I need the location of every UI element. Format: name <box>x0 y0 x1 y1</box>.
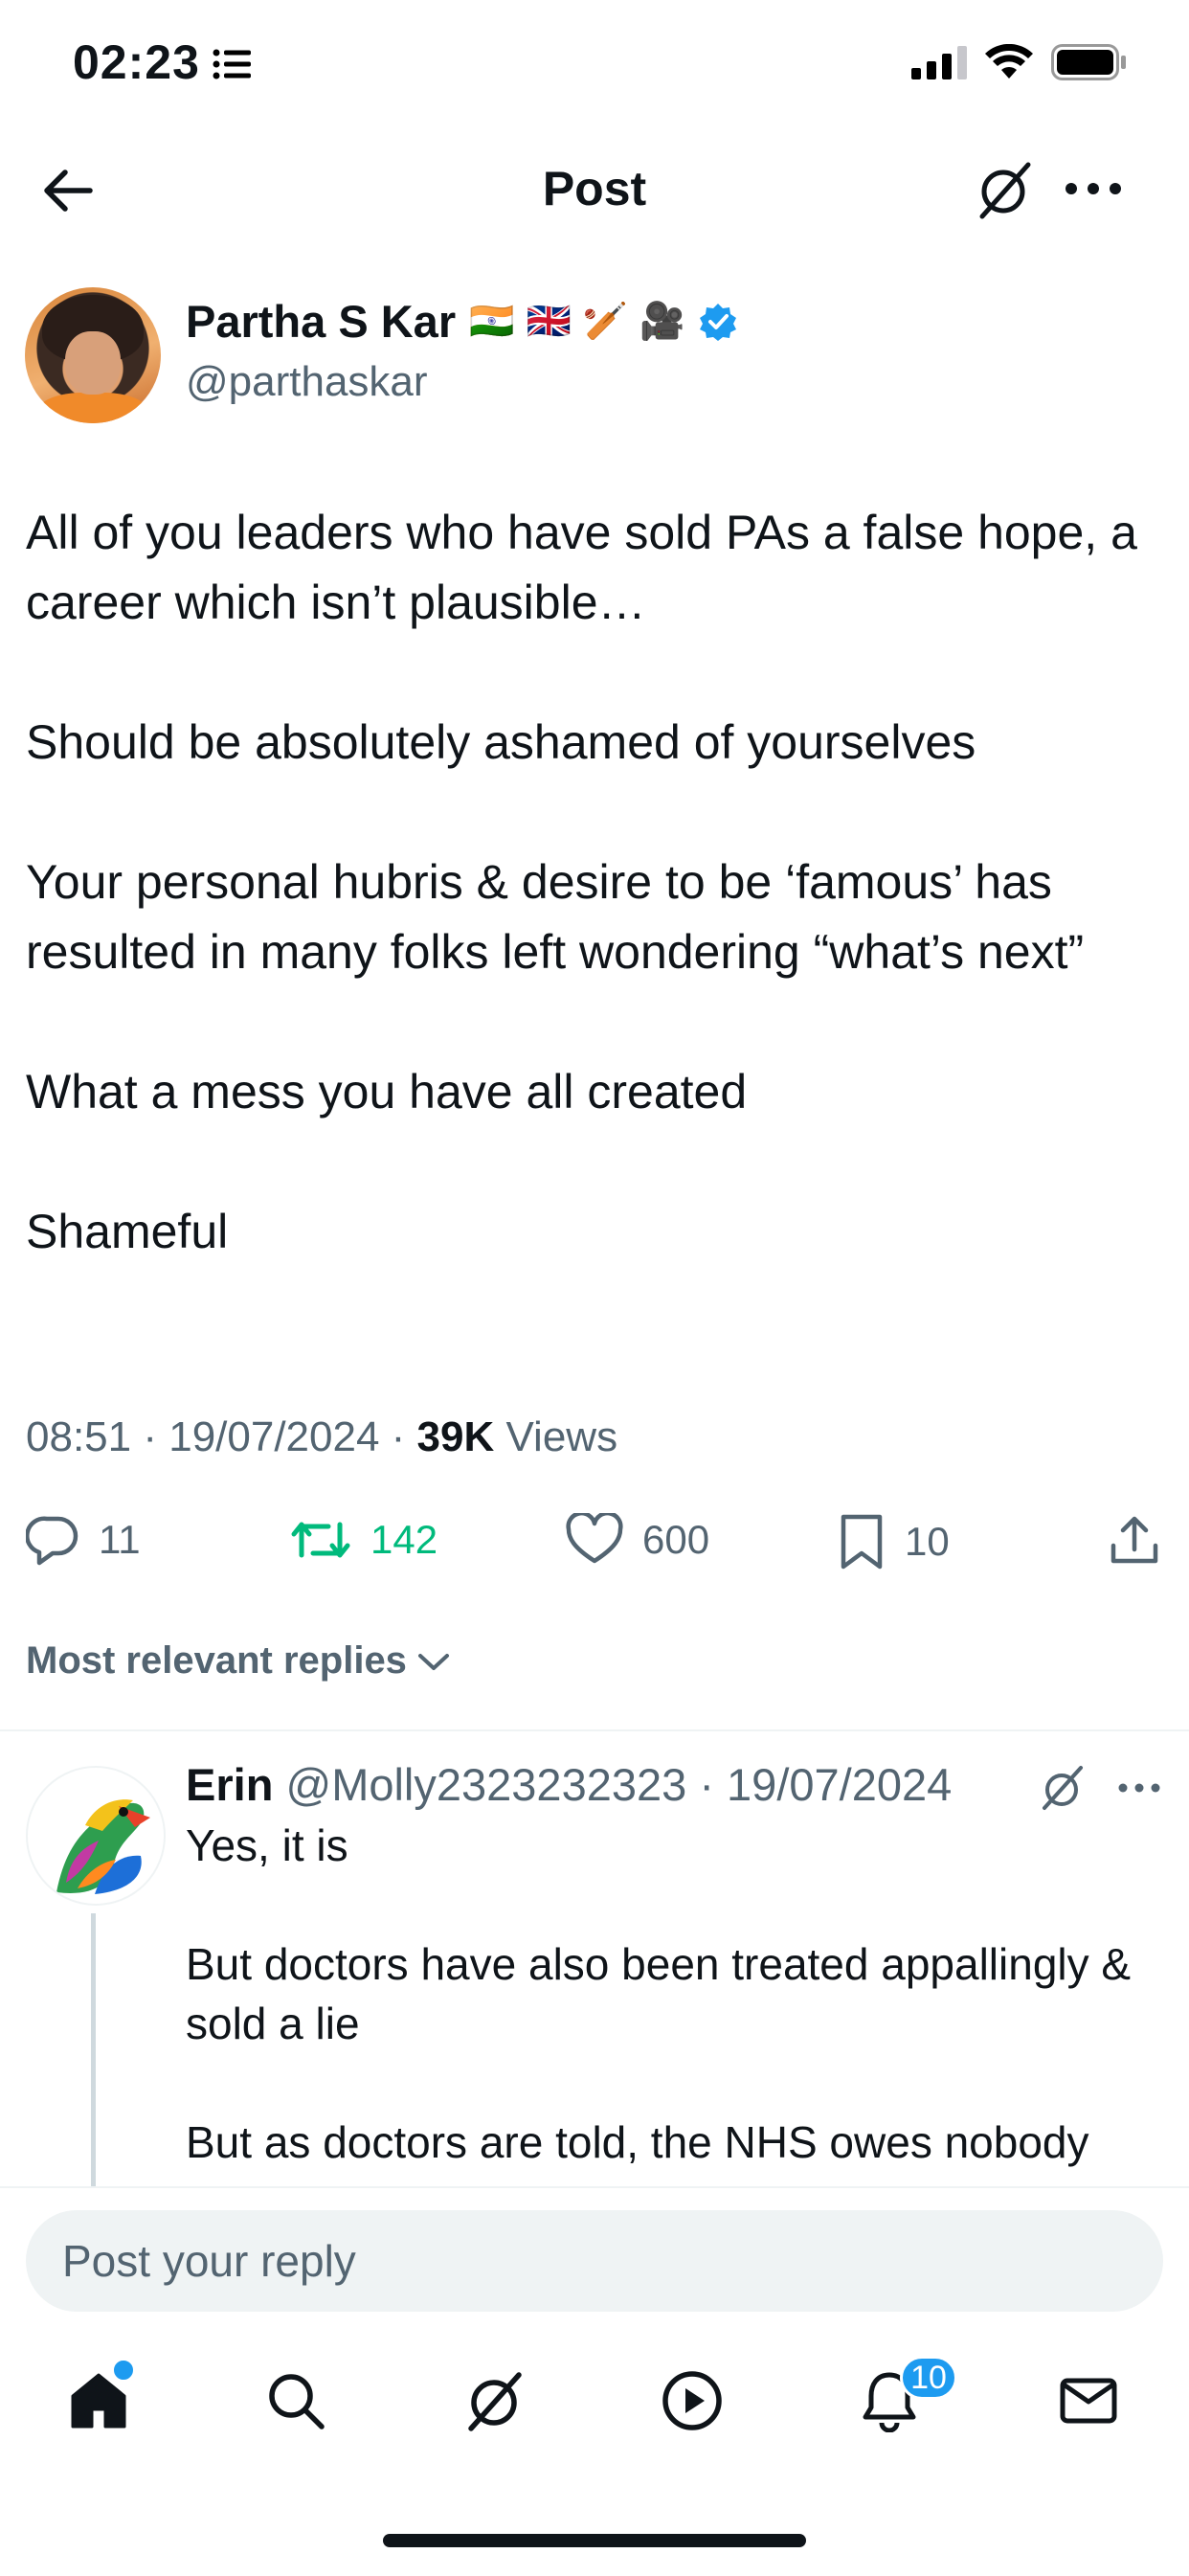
battery-icon <box>1051 44 1128 80</box>
reply-header: Erin @Molly2323232323 · 19/07/2024 <box>186 1759 953 1810</box>
reply-more-options-icon[interactable] <box>1118 1783 1160 1793</box>
sort-label: Most relevant replies <box>26 1639 407 1682</box>
author-name-row[interactable]: Partha S Kar 🇮🇳 🇬🇧 🏏 🎥 <box>186 295 738 348</box>
post-paragraph: All of you leaders who have sold PAs a f… <box>26 506 1137 629</box>
post-text: All of you leaders who have sold PAs a f… <box>26 498 1165 1267</box>
post-paragraph: Shameful <box>26 1205 229 1258</box>
bookmark-count: 10 <box>905 1519 950 1564</box>
notifications-badge: 10 <box>900 2356 957 2400</box>
thread-line <box>91 1913 96 2186</box>
reply-date[interactable]: 19/07/2024 <box>727 1759 952 1810</box>
status-indicators <box>911 44 1128 80</box>
divider <box>0 1729 1189 1731</box>
chevron-down-icon <box>416 1650 451 1673</box>
wifi-icon <box>984 44 1034 80</box>
replies-sort-dropdown[interactable]: Most relevant replies <box>26 1639 451 1683</box>
heart-icon <box>566 1513 623 1567</box>
author-handle[interactable]: @parthaskar <box>186 358 428 406</box>
share-button[interactable] <box>1108 1513 1161 1567</box>
camera-emoji: 🎥 <box>639 301 685 342</box>
repost-icon <box>290 1513 351 1567</box>
status-time: 02:23 <box>73 35 200 89</box>
cricket-emoji: 🏏 <box>582 301 629 342</box>
post-date: 19/07/2024 <box>168 1413 380 1460</box>
reply-count: 11 <box>99 1517 141 1562</box>
uk-flag-emoji: 🇬🇧 <box>526 301 572 342</box>
post-paragraph: Your personal hubris & desire to be ‘fam… <box>26 855 1085 979</box>
eagle-avatar-art <box>56 1799 150 1894</box>
more-options-icon[interactable] <box>1065 182 1122 195</box>
post-paragraph: What a mess you have all created <box>26 1065 748 1119</box>
grok-icon[interactable] <box>463 2369 527 2432</box>
author-emojis: 🇮🇳 🇬🇧 🏏 🎥 <box>469 301 684 343</box>
verified-badge-icon[interactable] <box>698 302 738 342</box>
repost-button[interactable]: 142 <box>290 1513 437 1567</box>
search-icon[interactable] <box>264 2369 327 2432</box>
reply-paragraph: Yes, it is <box>186 1820 348 1870</box>
like-button[interactable]: 600 <box>566 1513 709 1567</box>
reply-paragraph: But doctors have also been treated appal… <box>186 1939 1132 2048</box>
video-icon[interactable] <box>661 2369 724 2432</box>
india-flag-emoji: 🇮🇳 <box>469 301 515 342</box>
grok-icon[interactable] <box>1039 1764 1087 1812</box>
reply-paragraph: But as doctors are told, the NHS owes no… <box>186 2117 1089 2167</box>
post-time: 08:51 <box>26 1413 132 1460</box>
reply-icon <box>26 1513 79 1567</box>
home-unread-dot <box>111 2358 136 2383</box>
share-icon <box>1108 1513 1161 1567</box>
bookmark-button[interactable]: 10 <box>838 1513 950 1570</box>
reply-button[interactable]: 11 <box>26 1513 141 1567</box>
post-paragraph: Should be absolutely ashamed of yourselv… <box>26 715 976 769</box>
bookmark-icon <box>838 1513 886 1570</box>
focus-list-icon <box>213 48 251 80</box>
repost-count: 142 <box>370 1517 438 1562</box>
signal-icon <box>911 45 967 79</box>
views-count: 39K <box>416 1413 495 1460</box>
post-meta: 08:51 · 19/07/2024 · 39K Views <box>26 1413 618 1460</box>
like-count: 600 <box>642 1517 710 1562</box>
reply-input[interactable]: Post your reply <box>26 2210 1163 2312</box>
author-name: Partha S Kar <box>186 296 457 347</box>
reply-author-handle[interactable]: @Molly2323232323 <box>285 1759 686 1810</box>
views-label[interactable]: Views <box>506 1413 618 1460</box>
reply-text: Yes, it is But doctors have also been tr… <box>186 1816 1162 2172</box>
home-indicator[interactable] <box>383 2534 806 2547</box>
reply-avatar[interactable] <box>26 1766 166 1906</box>
post-actions: 11 142 600 10 <box>26 1513 1165 1570</box>
grok-icon[interactable] <box>975 159 1036 220</box>
messages-icon[interactable] <box>1057 2369 1120 2432</box>
reply-author-name[interactable]: Erin <box>186 1759 273 1810</box>
author-avatar[interactable] <box>25 287 161 423</box>
